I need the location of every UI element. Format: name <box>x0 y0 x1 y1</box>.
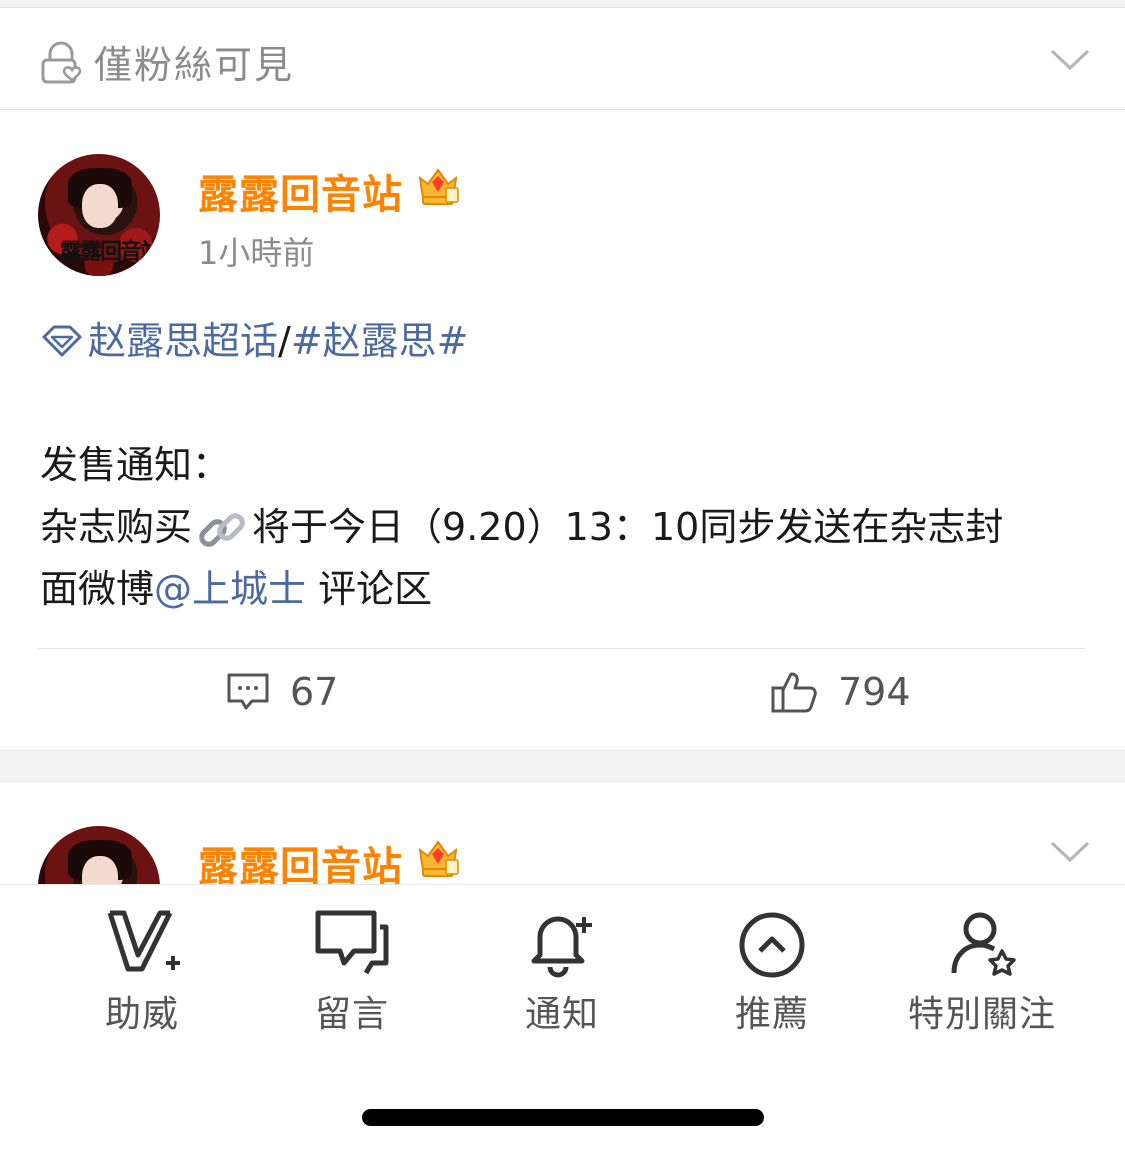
post-time: 1小時前 <box>198 234 315 272</box>
tab-label: 推薦 <box>734 994 809 1035</box>
weibo-post: 露露回音站 露露回音站 1小時前 赵露思超话 / #赵露思# 发售通知： 杂志购… <box>0 110 1125 750</box>
home-indicator <box>362 1109 764 1126</box>
like-count: 794 <box>838 670 911 714</box>
tab-recommend[interactable]: 推薦 <box>672 907 872 1037</box>
user-star-icon <box>951 912 1016 976</box>
like-button[interactable]: 794 <box>770 670 911 714</box>
tab-label: 特別關注 <box>907 994 1056 1035</box>
supertopic-diamond-icon <box>42 325 82 357</box>
supertopic-link[interactable]: 赵露思超话 <box>88 310 278 372</box>
content-line-2a: 杂志购买 <box>40 505 193 549</box>
visibility-label: 僅粉絲可見 <box>94 43 295 87</box>
link-chain-icon <box>199 512 245 547</box>
weibo-post-2: 露露回音站 <box>0 782 1125 886</box>
tab-label: 留言 <box>314 994 389 1035</box>
top-separator <box>0 0 1125 8</box>
crown-badge-icon <box>418 168 459 205</box>
tab-special-follow[interactable]: 特別關注 <box>882 907 1082 1037</box>
avatar-text: 露露回音站 <box>60 239 160 265</box>
content-line-1: 发售通知： <box>40 443 231 487</box>
content-line-2b: 将于今日（9.20）13：10同步发送在杂志封 <box>252 505 1004 549</box>
lock-heart-icon <box>41 41 82 84</box>
post-divider <box>38 648 1086 649</box>
message-icon <box>315 910 389 975</box>
feed-gap <box>0 750 1125 782</box>
hashtag-link[interactable]: #赵露思# <box>291 310 469 372</box>
crown-badge-icon <box>418 840 459 877</box>
thumbs-up-icon <box>771 672 817 713</box>
tab-label: 通知 <box>524 994 599 1035</box>
comment-button[interactable]: 67 <box>226 670 338 714</box>
v-plus-icon <box>107 910 180 972</box>
content-line-3a: 面微博 <box>40 567 155 611</box>
content-line-3b: 评论区 <box>306 567 433 611</box>
bell-plus-icon <box>531 916 592 978</box>
post2-username[interactable]: 露露回音站 <box>198 834 403 886</box>
avatar[interactable]: 露露回音站 <box>38 154 160 276</box>
tab-cheer[interactable]: 助威 <box>42 907 242 1037</box>
tab-message[interactable]: 留言 <box>252 907 452 1037</box>
mention-link[interactable]: @上城士 <box>154 567 306 611</box>
tab-label: 助威 <box>104 994 179 1035</box>
topic-separator: / <box>278 319 291 363</box>
chevron-up-circle-icon <box>739 912 805 978</box>
chevron-down-icon[interactable] <box>1050 48 1090 72</box>
comment-icon <box>227 673 269 710</box>
visibility-header[interactable]: 僅粉絲可見 <box>0 8 1125 110</box>
avatar-2[interactable] <box>38 826 160 886</box>
post-username[interactable]: 露露回音站 <box>198 162 403 220</box>
comment-count: 67 <box>290 670 339 714</box>
chevron-down-icon[interactable] <box>1050 840 1090 864</box>
tab-notification[interactable]: 通知 <box>462 907 662 1037</box>
post-content: 赵露思超话 / #赵露思# 发售通知： 杂志购买 将于今日（9.20）13：10… <box>40 310 1090 620</box>
